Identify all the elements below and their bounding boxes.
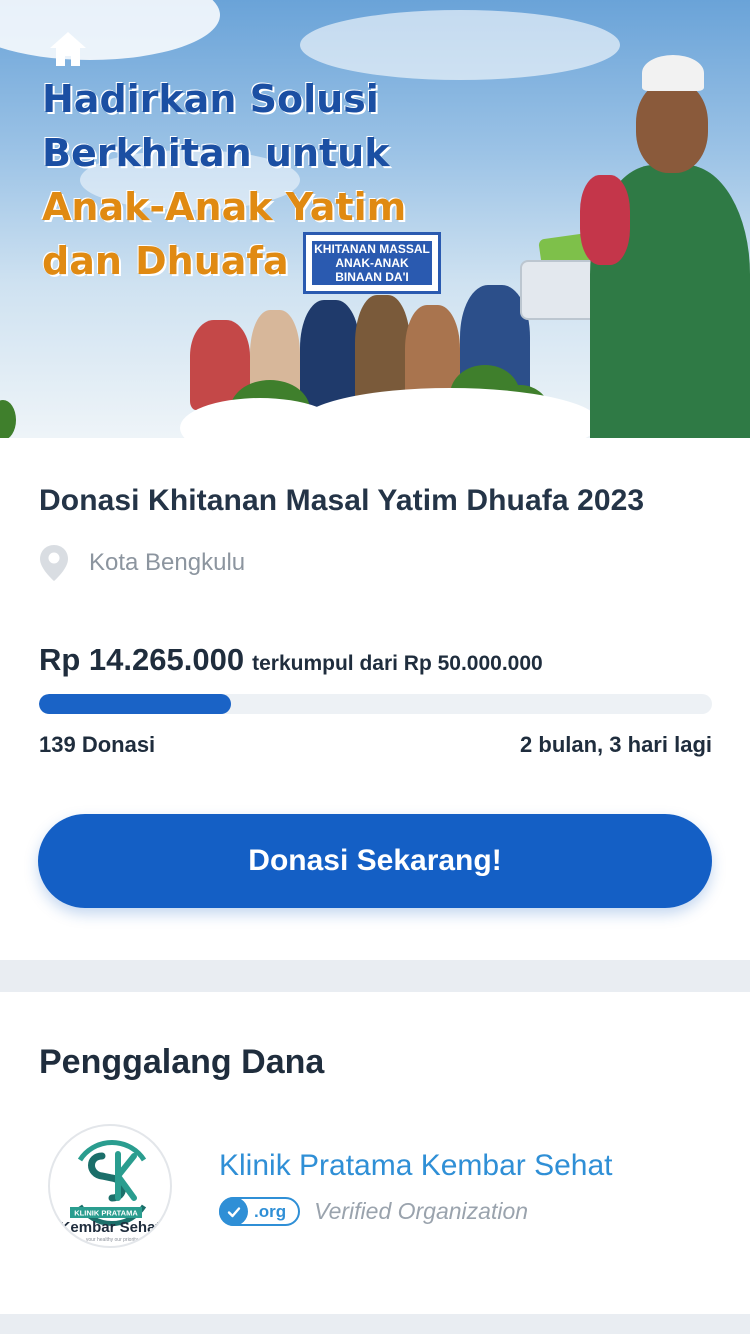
- headline-line: Anak-Anak Yatim: [42, 185, 407, 229]
- amount-collected: Rp 14.265.000: [39, 642, 245, 677]
- cloud: [300, 10, 620, 80]
- organization-name-link[interactable]: Klinik Pratama Kembar Sehat: [219, 1149, 613, 1183]
- headline-line: Berkhitan untuk: [42, 131, 390, 175]
- campaign-location: Kota Bengkulu: [39, 544, 245, 582]
- verified-organization-text: Verified Organization: [314, 1198, 529, 1224]
- banner-sign-text: KHITANAN MASSAL ANAK-ANAK BINAAN DA'I: [312, 241, 432, 285]
- banner-sign: KHITANAN MASSAL ANAK-ANAK BINAAN DA'I: [303, 232, 441, 294]
- headline-line: Hadirkan Solusi: [42, 77, 379, 121]
- fundraiser-section-title: Penggalang Dana: [39, 1043, 325, 1081]
- clinic-logo-icon: KLINIK PRATAMA Kembar Sehat your healthy…: [60, 1140, 161, 1243]
- progress-fill: [39, 694, 231, 714]
- home-icon[interactable]: [48, 30, 88, 68]
- donation-progress-bar: [39, 694, 712, 714]
- checkmark-icon: [219, 1197, 248, 1226]
- location-pin-icon: [40, 545, 68, 581]
- verified-badge: .org Verified Organization: [219, 1197, 528, 1226]
- location-text: Kota Bengkulu: [89, 549, 246, 576]
- campaign-banner-image: Hadirkan Solusi Berkhitan untuk Anak-Ana…: [0, 0, 750, 438]
- org-badge-label: .org: [254, 1201, 287, 1221]
- donate-now-button[interactable]: Donasi Sekarang!: [38, 814, 712, 908]
- cloud: [0, 0, 220, 60]
- child-photo: [580, 55, 750, 438]
- donation-amount: Rp 14.265.000 terkumpul dari Rp 50.000.0…: [39, 642, 543, 678]
- bush: [0, 400, 16, 438]
- logo-text-main: Kembar Sehat: [60, 1219, 161, 1236]
- amount-target: terkumpul dari Rp 50.000.000: [252, 652, 543, 675]
- logo-text-top: KLINIK PRATAMA: [74, 1209, 138, 1218]
- logo-tagline: your healthy our priority: [86, 1237, 139, 1243]
- campaign-title: Donasi Khitanan Masal Yatim Dhuafa 2023: [39, 484, 645, 517]
- organization-logo[interactable]: KLINIK PRATAMA Kembar Sehat your healthy…: [48, 1124, 172, 1248]
- time-remaining: 2 bulan, 3 hari lagi: [520, 732, 712, 757]
- org-badge-pill: .org: [219, 1197, 301, 1226]
- donor-count: 139 Donasi: [39, 732, 156, 757]
